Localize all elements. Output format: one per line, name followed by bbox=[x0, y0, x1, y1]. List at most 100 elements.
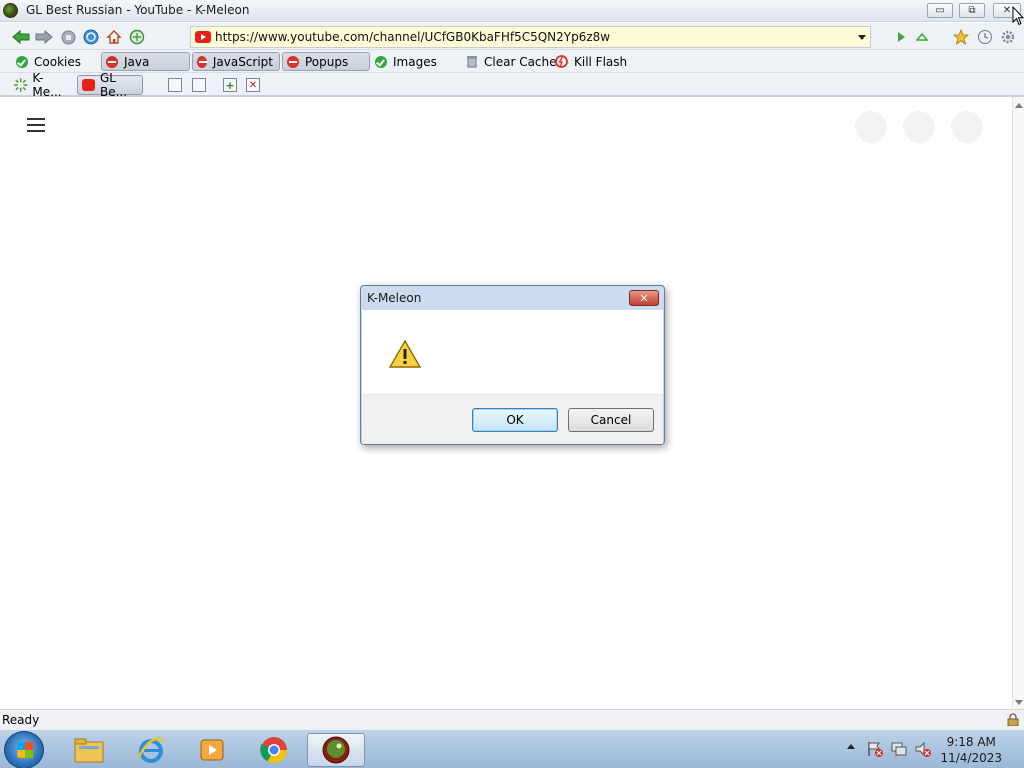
allowed-check-icon bbox=[16, 55, 28, 68]
network-icon[interactable] bbox=[890, 740, 908, 758]
duplicate-tab-button[interactable] bbox=[192, 78, 206, 92]
forward-arrow-icon bbox=[35, 30, 53, 44]
dialog-title: K-Meleon bbox=[367, 291, 422, 305]
minimize-button[interactable]: ▭ bbox=[927, 3, 953, 18]
go-arrow-button[interactable] bbox=[892, 28, 910, 46]
clear-cache-label: Clear Cache bbox=[484, 54, 557, 69]
url-history-dropdown-icon[interactable] bbox=[858, 35, 866, 40]
warning-icon bbox=[389, 340, 421, 368]
window-title: GL Best Russian - YouTube - K-Meleon bbox=[26, 3, 250, 17]
scroll-down-icon bbox=[1015, 700, 1023, 705]
allowed-check-icon bbox=[375, 55, 387, 68]
taskbar-chrome[interactable] bbox=[245, 733, 303, 767]
tab-label: GL Be... bbox=[99, 71, 128, 99]
dialog-footer: OK Cancel bbox=[362, 394, 663, 444]
tab-label: K-Me... bbox=[32, 71, 62, 99]
window-titlebar: GL Best Russian - YouTube - K-Meleon ▭ ⧉… bbox=[0, 0, 1024, 22]
placeholder-avatar bbox=[855, 111, 887, 143]
taskbar-internet-explorer[interactable] bbox=[122, 733, 180, 767]
clock-time: 9:18 AM bbox=[946, 735, 996, 749]
tab-bar: K-Me... GL Be... + ✕ bbox=[0, 71, 1024, 99]
reload-button[interactable] bbox=[82, 28, 100, 46]
home-button[interactable] bbox=[105, 28, 123, 46]
clock-date: 11/4/2023 bbox=[940, 751, 1002, 765]
start-button[interactable] bbox=[4, 731, 44, 768]
taskbar-file-explorer[interactable] bbox=[60, 733, 118, 767]
mouse-cursor-icon bbox=[1012, 6, 1024, 26]
home-icon bbox=[106, 30, 122, 44]
taskbar-k-meleon[interactable] bbox=[307, 733, 365, 767]
ok-button[interactable]: OK bbox=[472, 408, 558, 432]
privacy-toolbar: Cookies Java JavaScript Popups Images Cl… bbox=[0, 50, 1024, 73]
internet-explorer-icon bbox=[137, 737, 165, 763]
menu-hamburger-icon[interactable] bbox=[27, 118, 45, 132]
restore-button[interactable]: ⧉ bbox=[959, 3, 985, 18]
back-arrow-icon bbox=[12, 30, 30, 44]
images-toggle[interactable]: Images bbox=[371, 52, 443, 71]
windows-taskbar: 9:18 AM 11/4/2023 bbox=[0, 729, 1024, 768]
cookies-label: Cookies bbox=[34, 54, 81, 69]
status-text: Ready bbox=[2, 713, 40, 727]
kill-flash-button[interactable]: Kill Flash bbox=[551, 52, 633, 71]
k-meleon-icon bbox=[322, 736, 350, 764]
show-hidden-icons-icon[interactable] bbox=[846, 742, 856, 750]
placeholder-avatar bbox=[903, 111, 935, 143]
new-tab-button[interactable]: + bbox=[223, 78, 237, 92]
back-button[interactable] bbox=[12, 28, 30, 46]
k-meleon-app-icon bbox=[3, 3, 18, 18]
url-bar[interactable]: https://www.youtube.com/channel/UCfGB0Kb… bbox=[190, 26, 871, 48]
chrome-icon bbox=[260, 737, 288, 764]
close-icon: ✕ bbox=[1002, 5, 1012, 16]
minimize-icon: ▭ bbox=[935, 5, 945, 16]
bookmarks-button[interactable] bbox=[952, 28, 970, 46]
navigation-toolbar: https://www.youtube.com/channel/UCfGB0Kb… bbox=[0, 23, 1024, 50]
volume-muted-icon[interactable] bbox=[914, 740, 932, 758]
action-center-flag-icon[interactable] bbox=[866, 740, 884, 758]
cookies-toggle[interactable]: Cookies bbox=[12, 52, 87, 71]
stop-button[interactable] bbox=[59, 28, 77, 46]
kill-flash-label: Kill Flash bbox=[574, 54, 628, 69]
blocked-icon bbox=[287, 55, 299, 68]
clock-icon bbox=[978, 30, 992, 44]
java-toggle[interactable]: Java bbox=[101, 52, 190, 71]
vertical-scrollbar[interactable] bbox=[1012, 97, 1024, 709]
loading-spinner-icon bbox=[13, 78, 28, 92]
gear-icon bbox=[1001, 30, 1015, 44]
go-button[interactable] bbox=[128, 28, 146, 46]
tab-k-meleon[interactable]: K-Me... bbox=[9, 71, 75, 99]
forward-button[interactable] bbox=[35, 28, 53, 46]
system-clock[interactable]: 9:18 AM 11/4/2023 bbox=[940, 734, 1002, 766]
star-icon bbox=[953, 29, 969, 45]
url-text[interactable]: https://www.youtube.com/channel/UCfGB0Kb… bbox=[215, 30, 610, 44]
images-label: Images bbox=[393, 54, 437, 69]
close-tab-button[interactable]: ✕ bbox=[246, 78, 260, 92]
status-bar: Ready bbox=[0, 709, 1024, 729]
tab-gl-best[interactable]: GL Be... bbox=[77, 71, 143, 99]
new-window-button[interactable] bbox=[168, 78, 182, 92]
history-button[interactable] bbox=[976, 28, 994, 46]
folder-icon bbox=[74, 738, 104, 763]
javascript-label: JavaScript bbox=[212, 54, 273, 69]
popups-toggle[interactable]: Popups bbox=[282, 52, 370, 71]
settings-button[interactable] bbox=[999, 28, 1017, 46]
taskbar-media-player[interactable] bbox=[183, 733, 241, 767]
restore-icon: ⧉ bbox=[968, 5, 976, 16]
clear-cache-button[interactable]: Clear Cache bbox=[462, 52, 563, 71]
plus-icon: + bbox=[225, 78, 235, 92]
javascript-toggle[interactable]: JavaScript bbox=[192, 52, 280, 71]
stop-icon bbox=[61, 30, 75, 44]
up-button[interactable] bbox=[913, 28, 931, 46]
kill-flash-icon bbox=[555, 55, 568, 68]
youtube-icon bbox=[82, 79, 95, 91]
close-tab-icon: ✕ bbox=[248, 79, 258, 91]
lock-icon bbox=[1007, 713, 1019, 726]
up-arrow-icon bbox=[916, 32, 928, 41]
dialog-close-button[interactable]: ✕ bbox=[629, 290, 659, 306]
dialog-body bbox=[362, 310, 663, 394]
trash-icon bbox=[467, 56, 477, 68]
media-player-icon bbox=[200, 739, 224, 761]
reload-icon bbox=[83, 29, 99, 45]
popups-label: Popups bbox=[305, 54, 349, 69]
play-arrow-icon bbox=[898, 32, 905, 42]
cancel-button[interactable]: Cancel bbox=[568, 408, 654, 432]
